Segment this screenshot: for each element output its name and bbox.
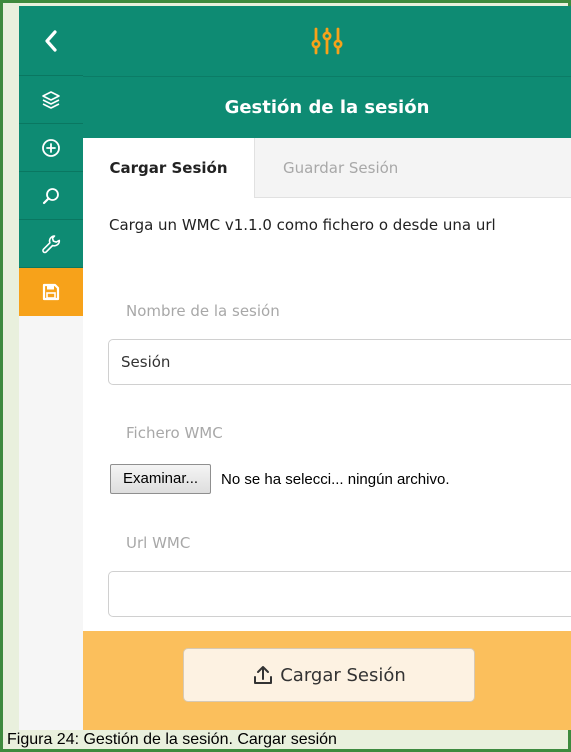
figure-frame: Gestión de la sesión Cargar Sesión Guard…	[0, 0, 571, 752]
chevron-left-icon	[45, 29, 57, 52]
sidebar	[19, 6, 83, 730]
load-session-label: Cargar Sesión	[280, 664, 406, 686]
load-session-button[interactable]: Cargar Sesión	[183, 648, 475, 702]
search-icon	[42, 187, 59, 204]
panel-header: Gestión de la sesión	[83, 76, 571, 138]
back-button[interactable]	[19, 6, 83, 76]
form-description: Carga un WMC v1.1.0 como fichero o desde…	[109, 216, 496, 234]
add-circle-icon	[42, 138, 60, 157]
form-footer: Cargar Sesión	[83, 631, 571, 730]
app-panel: Gestión de la sesión Cargar Sesión Guard…	[19, 6, 571, 730]
tab-cargar-sesion[interactable]: Cargar Sesión	[83, 138, 255, 199]
file-status: No se ha selecci... ningún archivo.	[221, 470, 450, 488]
url-label: Url WMC	[126, 534, 191, 552]
layers-button[interactable]	[19, 76, 83, 124]
layers-icon	[42, 90, 60, 109]
figure-caption: Figura 24: Gestión de la sesión. Cargar …	[7, 731, 337, 748]
panel-title: Gestión de la sesión	[224, 97, 430, 118]
browse-button[interactable]: Examinar...	[110, 464, 212, 494]
session-name-label: Nombre de la sesión	[126, 302, 280, 320]
wrench-icon	[42, 234, 61, 253]
file-label: Fichero WMC	[126, 424, 223, 442]
settings-sliders-icon	[311, 27, 343, 55]
add-button[interactable]	[19, 124, 83, 172]
tab-bar: Cargar Sesión Guardar Sesión	[83, 138, 571, 199]
tools-button[interactable]	[19, 220, 83, 268]
search-button[interactable]	[19, 172, 83, 220]
tab-guardar-sesion[interactable]: Guardar Sesión	[283, 138, 398, 198]
file-picker[interactable]: Examinar... No se ha selecci... ningún a…	[110, 462, 558, 496]
session-name-input[interactable]: Sesión	[108, 339, 571, 385]
upload-icon	[254, 666, 273, 684]
top-bar	[83, 6, 571, 76]
session-button[interactable]	[19, 268, 83, 316]
save-icon	[42, 283, 60, 301]
url-input[interactable]	[108, 571, 571, 617]
